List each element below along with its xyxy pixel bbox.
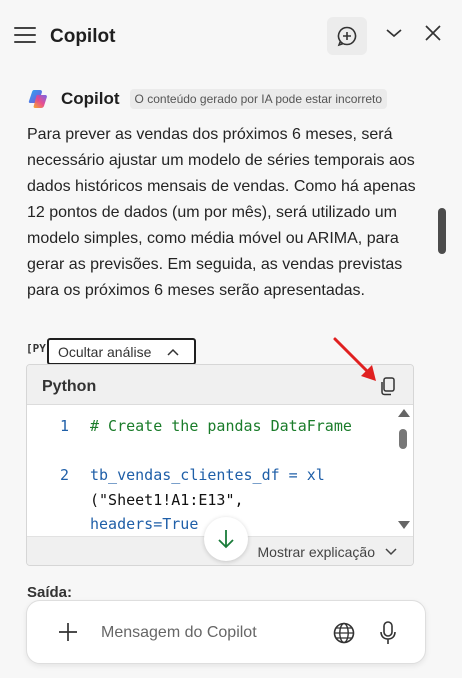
message-author: Copilot <box>61 89 120 108</box>
scroll-down-arrow[interactable] <box>398 521 410 529</box>
message-text: Para prever as vendas dos próximos 6 mes… <box>27 126 416 299</box>
pane-title: Copilot <box>50 26 116 47</box>
new-chat-icon <box>337 26 357 47</box>
code-arguments: ("Sheet1!A1:E13", <box>90 490 244 509</box>
pane-header: Copilot <box>0 0 462 70</box>
chevron-down-icon <box>386 29 402 38</box>
code-language: Python <box>42 378 97 395</box>
copy-icon[interactable] <box>377 375 399 397</box>
copilot-logo-icon <box>28 90 47 108</box>
show-explanation-label: Mostrar explicação <box>257 544 376 560</box>
new-chat-button[interactable] <box>327 17 367 55</box>
line-number: 1 <box>60 417 70 435</box>
ai-disclaimer-badge: O conteúdo gerado por IA pode estar inco… <box>129 89 388 109</box>
code-keyword-arg: headers=True <box>90 515 199 533</box>
chevron-down-icon <box>385 548 397 556</box>
code-body[interactable]: 1 # Create the pandas DataFrame 2 tb_ven… <box>27 406 397 536</box>
code-scrollbar[interactable] <box>397 409 411 533</box>
hide-analysis-label: Ocultar análise <box>58 343 152 360</box>
message-header: Copilot O conteúdo gerado por IA pode es… <box>27 86 388 112</box>
code-variable: tb_vendas_clientes_df <box>90 466 280 484</box>
arrow-down-icon <box>218 530 234 549</box>
collapse-button[interactable] <box>381 20 407 46</box>
message-composer <box>26 600 426 664</box>
code-operator: = xl <box>279 466 325 484</box>
close-button[interactable] <box>420 20 446 46</box>
scroll-up-arrow[interactable] <box>398 409 410 417</box>
code-scrollbar-thumb[interactable] <box>399 429 407 449</box>
plus-icon[interactable] <box>57 621 79 643</box>
pane-scrollbar[interactable] <box>438 62 446 602</box>
scroll-to-bottom-button[interactable] <box>204 517 248 561</box>
annotation-arrow <box>333 337 376 381</box>
microphone-icon[interactable] <box>378 620 398 646</box>
close-icon <box>425 25 441 41</box>
globe-icon[interactable] <box>332 621 356 645</box>
hide-analysis-button[interactable]: Ocultar análise <box>47 338 196 365</box>
show-explanation-button[interactable]: Mostrar explicação <box>258 544 398 560</box>
message-input[interactable] <box>101 621 321 645</box>
chevron-up-icon <box>167 348 179 356</box>
scrollbar-thumb[interactable] <box>438 208 446 254</box>
code-comment: # Create the pandas DataFrame <box>90 417 352 435</box>
output-label: Saída: <box>27 584 73 601</box>
line-number: 2 <box>60 466 70 484</box>
hamburger-icon[interactable] <box>14 27 36 45</box>
copilot-pane: Copilot Copilot O conteúdo gerado por IA… <box>0 0 462 678</box>
